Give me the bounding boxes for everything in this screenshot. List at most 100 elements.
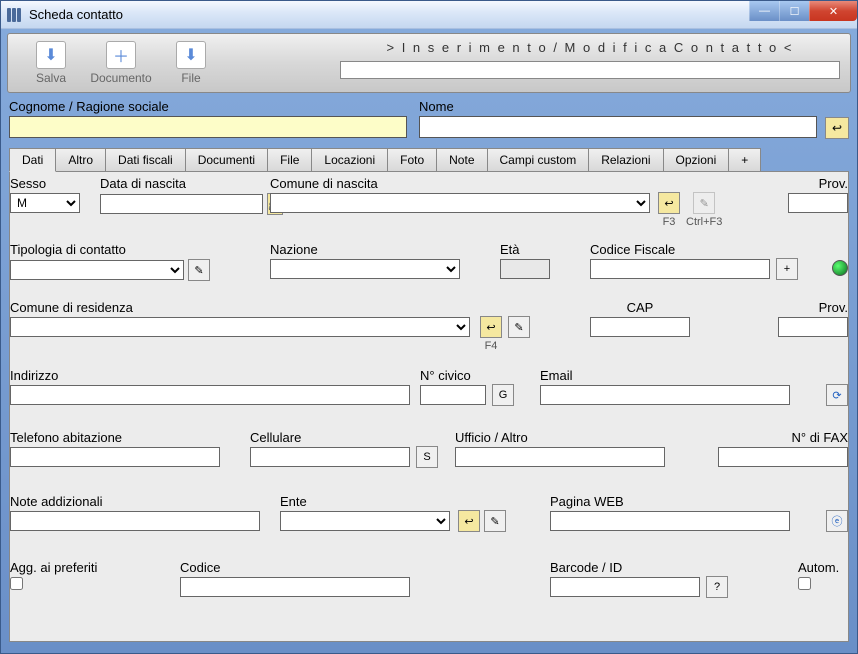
ente-edit-button[interactable]: ✎ bbox=[484, 510, 506, 532]
note-label: Note addizionali bbox=[10, 494, 260, 509]
barcode-help-button[interactable]: ? bbox=[706, 576, 728, 598]
tel-ab-input[interactable] bbox=[10, 447, 220, 467]
tab-file[interactable]: File bbox=[267, 148, 312, 171]
mode-input[interactable] bbox=[340, 61, 840, 79]
codfisc-plus-button[interactable]: + bbox=[776, 258, 798, 280]
web-label: Pagina WEB bbox=[550, 494, 790, 509]
tipologia-select[interactable] bbox=[10, 260, 184, 280]
file-button[interactable]: ⬇ File bbox=[156, 41, 226, 85]
comune-nascita-f3-button[interactable]: ↩ bbox=[658, 192, 680, 214]
fax-input[interactable] bbox=[718, 447, 848, 467]
cognome-input[interactable] bbox=[9, 116, 407, 138]
sync-button[interactable]: ↩ bbox=[825, 117, 849, 139]
data-nascita-label: Data di nascita bbox=[100, 176, 240, 191]
nazione-select[interactable] bbox=[270, 259, 460, 279]
sesso-select[interactable]: M bbox=[10, 193, 80, 213]
indirizzo-label: Indirizzo bbox=[10, 368, 410, 383]
email-input[interactable] bbox=[540, 385, 790, 405]
close-button[interactable]: ✕ bbox=[809, 1, 857, 21]
tab-plus[interactable]: + bbox=[728, 148, 761, 171]
titlebar[interactable]: Scheda contatto — ☐ ✕ bbox=[1, 1, 857, 29]
pencil-icon: ✎ bbox=[194, 264, 203, 277]
nome-label: Nome bbox=[419, 99, 817, 114]
cap-label: CAP bbox=[590, 300, 690, 315]
minimize-button[interactable]: — bbox=[749, 1, 779, 21]
eta-label: Età bbox=[500, 242, 550, 257]
tab-relazioni[interactable]: Relazioni bbox=[588, 148, 663, 171]
prov2-input[interactable] bbox=[778, 317, 848, 337]
maximize-button[interactable]: ☐ bbox=[779, 1, 809, 21]
tab-locazioni[interactable]: Locazioni bbox=[311, 148, 388, 171]
lookup-icon: ↩ bbox=[464, 515, 473, 528]
tab-altro[interactable]: Altro bbox=[55, 148, 106, 171]
web-open-button[interactable]: ⓔ bbox=[826, 510, 848, 532]
prov1-input[interactable] bbox=[788, 193, 848, 213]
edit-icon: ✎ bbox=[700, 197, 709, 210]
comune-res-f4-button[interactable]: ↩ bbox=[480, 316, 502, 338]
note-input[interactable] bbox=[10, 511, 260, 531]
pencil-icon: ✎ bbox=[514, 321, 523, 334]
barcode-input[interactable] bbox=[550, 577, 700, 597]
tab-campi-custom[interactable]: Campi custom bbox=[487, 148, 590, 171]
window-title: Scheda contatto bbox=[29, 7, 123, 22]
save-button[interactable]: ⬇ Salva bbox=[16, 41, 86, 85]
tabstrip: Dati Altro Dati fiscali Documenti File L… bbox=[9, 148, 849, 172]
prov1-label: Prov. bbox=[788, 176, 848, 191]
civico-label: N° civico bbox=[420, 368, 486, 383]
plus-icon: ＋ bbox=[106, 41, 136, 69]
sesso-label: Sesso bbox=[10, 176, 80, 191]
ente-label: Ente bbox=[280, 494, 450, 509]
comune-res-select[interactable] bbox=[10, 317, 470, 337]
tab-opzioni[interactable]: Opzioni bbox=[663, 148, 730, 171]
f3-hotkey: F3 bbox=[663, 216, 676, 228]
civico-input[interactable] bbox=[420, 385, 486, 405]
cell-s-button[interactable]: S bbox=[416, 446, 438, 468]
refresh-icon: ⟳ bbox=[832, 389, 841, 402]
globe-icon: ⓔ bbox=[832, 513, 843, 529]
tipologia-edit-button[interactable]: ✎ bbox=[188, 259, 210, 281]
autom-checkbox[interactable] bbox=[798, 577, 811, 590]
ente-select[interactable] bbox=[280, 511, 450, 531]
comune-nascita-select[interactable] bbox=[270, 193, 650, 213]
email-label: Email bbox=[540, 368, 790, 383]
comune-res-edit-button[interactable]: ✎ bbox=[508, 316, 530, 338]
mode-label: > I n s e r i m e n t o / M o d i f i c … bbox=[340, 40, 840, 55]
web-input[interactable] bbox=[550, 511, 790, 531]
cell-input[interactable] bbox=[250, 447, 410, 467]
tab-panel-dati: Sesso M Data di nascita 📇 Comune di nasc… bbox=[9, 172, 849, 642]
ufficio-label: Ufficio / Altro bbox=[455, 430, 665, 445]
comune-nascita-ctrlf3-button[interactable]: ✎ bbox=[693, 192, 715, 214]
codfisc-label: Codice Fiscale bbox=[590, 242, 770, 257]
tab-note[interactable]: Note bbox=[436, 148, 487, 171]
tab-foto[interactable]: Foto bbox=[387, 148, 437, 171]
indirizzo-input[interactable] bbox=[10, 385, 410, 405]
data-nascita-input[interactable] bbox=[100, 194, 263, 214]
f4-hotkey: F4 bbox=[485, 340, 498, 352]
tab-dati-fiscali[interactable]: Dati fiscali bbox=[105, 148, 186, 171]
document-button[interactable]: ＋ Documento bbox=[86, 41, 156, 85]
ente-lookup-button[interactable]: ↩ bbox=[458, 510, 480, 532]
cell-label: Cellulare bbox=[250, 430, 410, 445]
codfisc-input[interactable] bbox=[590, 259, 770, 279]
tab-documenti[interactable]: Documenti bbox=[185, 148, 268, 171]
pref-label: Agg. ai preferiti bbox=[10, 560, 120, 575]
civico-g-button[interactable]: G bbox=[492, 384, 514, 406]
autom-label: Autom. bbox=[798, 560, 848, 575]
sync-icon: ↩ bbox=[832, 121, 842, 135]
pref-checkbox[interactable] bbox=[10, 577, 23, 590]
email-refresh-button[interactable]: ⟳ bbox=[826, 384, 848, 406]
lookup-icon: ↩ bbox=[664, 197, 673, 210]
comune-res-label: Comune di residenza bbox=[10, 300, 470, 315]
prov2-label: Prov. bbox=[778, 300, 848, 315]
codice-input[interactable] bbox=[180, 577, 410, 597]
cognome-label: Cognome / Ragione sociale bbox=[9, 99, 407, 114]
nome-input[interactable] bbox=[419, 116, 817, 138]
toolbar: ⬇ Salva ＋ Documento ⬇ File > I n s e r i… bbox=[7, 33, 851, 93]
tab-dati[interactable]: Dati bbox=[9, 148, 56, 172]
tel-ab-label: Telefono abitazione bbox=[10, 430, 220, 445]
codfisc-status-led bbox=[832, 260, 848, 276]
fax-label: N° di FAX bbox=[718, 430, 848, 445]
ufficio-input[interactable] bbox=[455, 447, 665, 467]
barcode-label: Barcode / ID bbox=[550, 560, 700, 575]
cap-input[interactable] bbox=[590, 317, 690, 337]
